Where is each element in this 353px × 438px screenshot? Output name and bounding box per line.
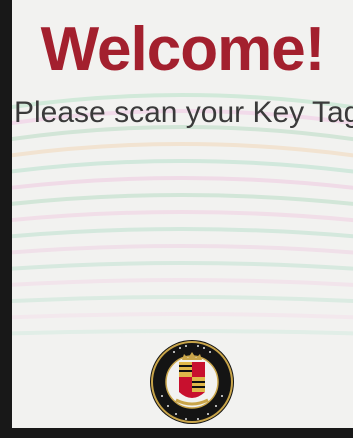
kiosk-screen: Welcome! Please scan your Key Tag [12, 0, 353, 428]
welcome-heading: Welcome! [40, 15, 326, 84]
county-seal-icon [150, 340, 234, 424]
screen-moire-pattern [12, 93, 353, 336]
scan-key-tag-instruction: Please scan your Key Tag [14, 96, 353, 129]
